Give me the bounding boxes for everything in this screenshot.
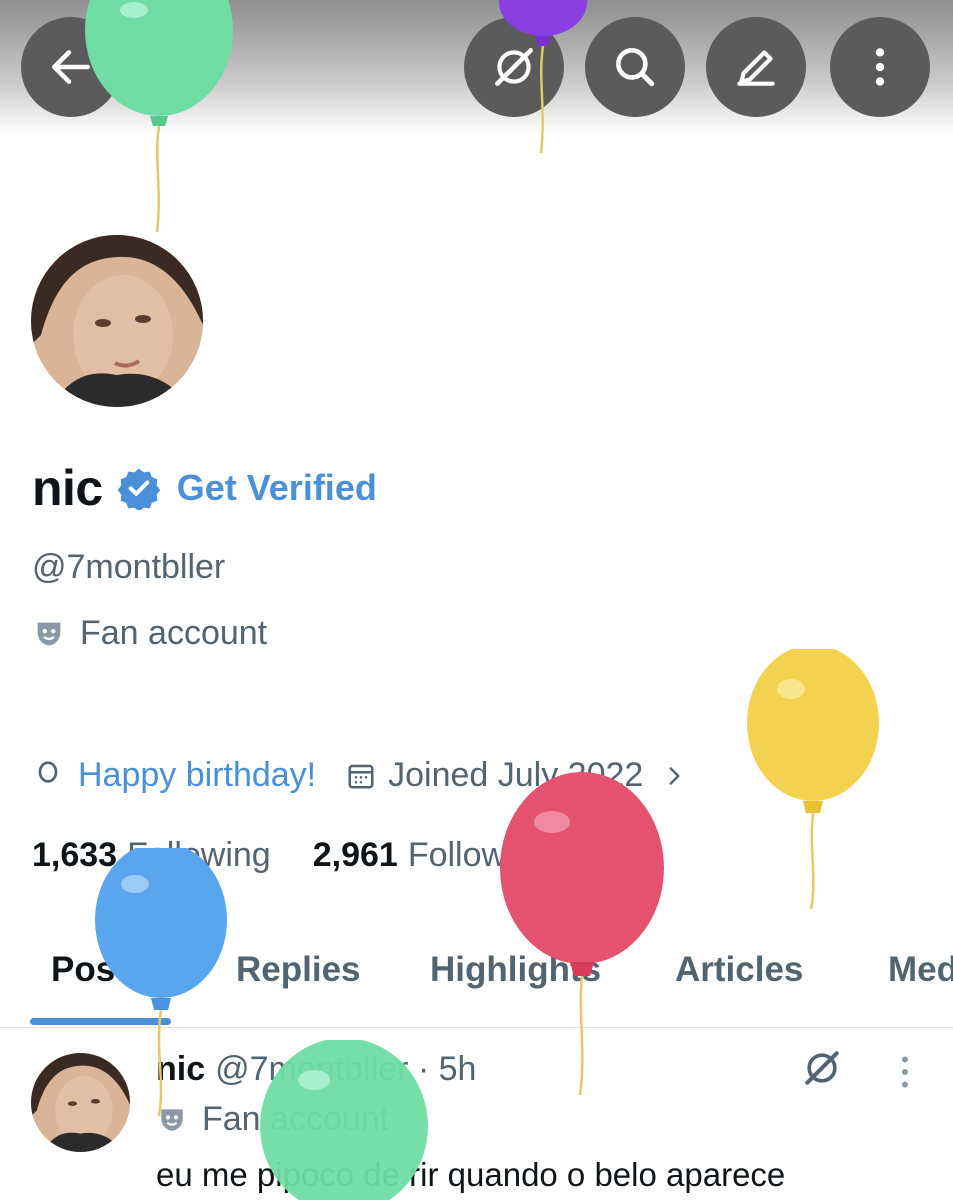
following-count[interactable]: 1,633 xyxy=(32,836,117,875)
tab-replies[interactable]: Replies xyxy=(236,950,361,990)
post-fan-text: Fan account xyxy=(202,1100,390,1138)
profile-tabs: Posts Replies Highlights Articles Media xyxy=(0,944,953,1028)
theater-mask-icon xyxy=(161,1108,183,1131)
following-label[interactable]: Following xyxy=(127,836,271,875)
search-icon xyxy=(616,48,655,87)
followers-count[interactable]: 2,961 xyxy=(313,836,398,875)
fan-account-label: Fan account xyxy=(32,614,267,653)
profile-handle: @7montbller xyxy=(32,548,226,586)
post-author-name[interactable]: nic xyxy=(156,1050,205,1089)
grok-icon xyxy=(495,48,533,86)
pencil-icon xyxy=(737,50,775,86)
theater-mask-icon xyxy=(37,622,61,645)
get-verified-link[interactable]: Get Verified xyxy=(177,467,377,509)
post-text: eu me pipoco de rir quando o belo aparec… xyxy=(156,1156,786,1193)
post-header: nic @7montbller · 5h xyxy=(156,1050,476,1089)
post-avatar[interactable] xyxy=(31,1053,130,1152)
tab-highlights[interactable]: Highlights xyxy=(430,950,601,990)
verified-badge-icon[interactable] xyxy=(117,466,161,510)
name-row: nic Get Verified xyxy=(32,458,377,518)
balloon-icon xyxy=(38,760,58,783)
profile-avatar[interactable] xyxy=(31,235,203,407)
search-button[interactable] xyxy=(585,17,685,117)
fan-account-text: Fan account xyxy=(80,614,268,652)
calendar-icon xyxy=(348,764,374,788)
followers-label[interactable]: Followers xyxy=(408,836,553,875)
grok-icon[interactable] xyxy=(800,1046,844,1090)
display-name: nic xyxy=(32,460,103,516)
avatar-photo xyxy=(31,235,203,407)
tab-articles[interactable]: Articles xyxy=(675,950,803,990)
edit-profile-button[interactable] xyxy=(706,17,806,117)
post-meta: @7montbller · 5h xyxy=(215,1050,477,1088)
tab-media[interactable]: Media xyxy=(888,950,953,990)
post-more-icon[interactable] xyxy=(890,1052,920,1092)
chevron-right-icon[interactable] xyxy=(661,763,687,789)
active-tab-indicator xyxy=(30,1018,171,1025)
back-button[interactable] xyxy=(21,17,121,117)
arrow-left-icon xyxy=(52,50,90,84)
tab-posts[interactable]: Posts xyxy=(51,950,146,990)
joined-date: Joined July 2022 xyxy=(388,756,644,794)
post-fan-label: Fan account xyxy=(156,1100,389,1139)
balloon-red xyxy=(500,772,664,1096)
more-options-button[interactable] xyxy=(830,17,930,117)
profile-meta-row: Happy birthday! Joined July 2022 xyxy=(32,756,687,795)
balloon-yellow xyxy=(747,649,879,910)
grok-button[interactable] xyxy=(464,17,564,117)
birthday-link[interactable]: Happy birthday! xyxy=(78,756,316,795)
follow-stats: 1,633 Following 2,961 Followers xyxy=(32,836,553,875)
more-vertical-icon xyxy=(875,48,885,86)
avatar-photo xyxy=(31,1053,130,1152)
